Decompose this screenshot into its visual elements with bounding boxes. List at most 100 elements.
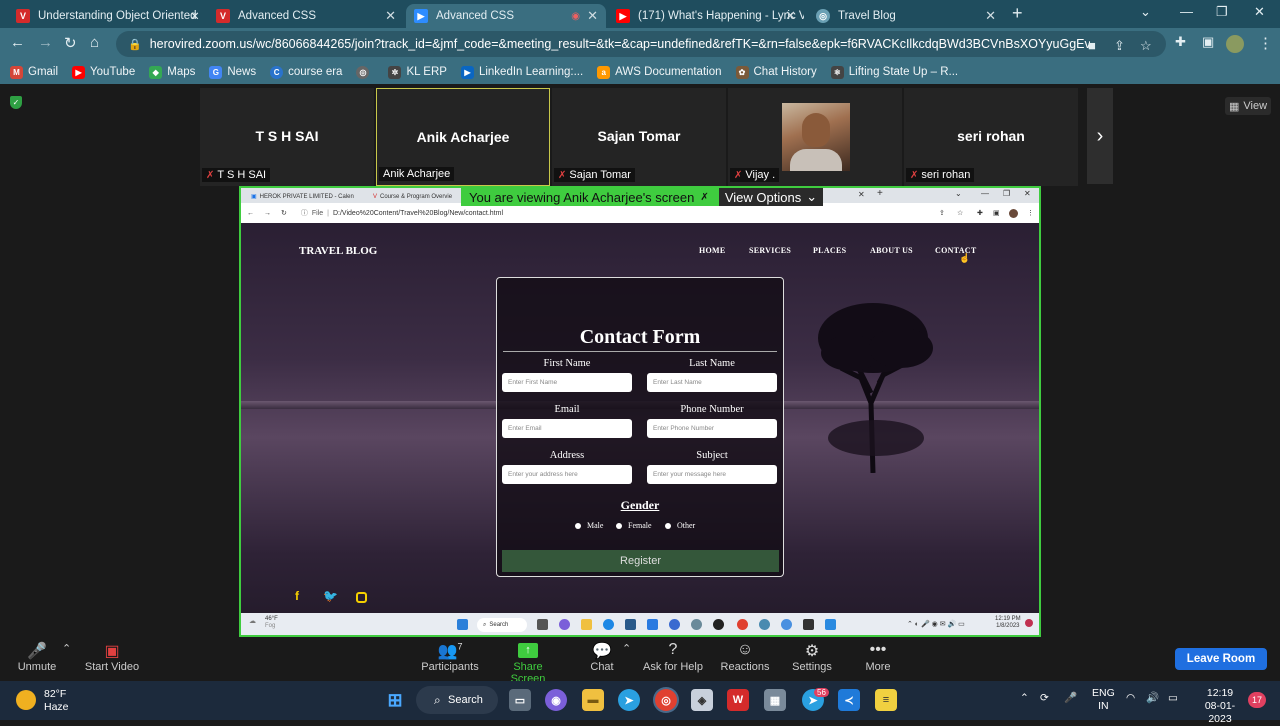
share-screen-button[interactable]: ↑ Share Screen <box>496 641 560 685</box>
bookmark-news[interactable]: G News <box>209 65 256 79</box>
bookmark-youtube[interactable]: ▶ YouTube <box>72 65 135 79</box>
email-input: Enter Email <box>502 419 632 438</box>
leave-room-button[interactable]: Leave Room <box>1175 648 1267 670</box>
close-icon[interactable]: ✕ <box>385 8 396 24</box>
chevron-up-icon[interactable]: ⌃ <box>622 642 631 655</box>
security-shield-icon[interactable]: ✓ <box>10 96 22 109</box>
youtube-icon: ▶ <box>616 9 630 23</box>
address-input: Enter your address here <box>502 465 632 484</box>
view-options-button[interactable]: View Options ⌄ <box>719 188 823 206</box>
bookmark-coursera[interactable]: Ccourse era <box>270 65 342 79</box>
tab-advanced-css-1[interactable]: V Advanced CSS ✕ <box>208 4 404 28</box>
microphone-icon[interactable]: 🎤 <box>1064 692 1077 705</box>
bookmark-star-icon[interactable]: ☆ <box>1140 38 1152 54</box>
bookmark-maps[interactable]: ◆ Maps <box>149 65 195 79</box>
profile-avatar[interactable] <box>1226 35 1244 53</box>
chevron-up-icon[interactable]: ⌃ <box>1020 692 1029 705</box>
start-video-button[interactable]: ▣ Start Video <box>84 641 140 673</box>
close-icon[interactable]: ✕ <box>785 8 796 24</box>
bookmark-star-icon: ☆ <box>957 210 964 217</box>
bookmarks-bar: M Gmail ▶ YouTube ◆ Maps G News Ccourse era … <box>0 60 1280 84</box>
taskbar-search[interactable]: ⌕ Search <box>416 686 498 714</box>
app-icon[interactable]: ◈ <box>691 689 713 711</box>
vscode-icon[interactable]: ≺ <box>838 689 860 711</box>
extensions-icon[interactable]: ✚ <box>1175 34 1186 50</box>
participant-name: T S H SAI <box>255 128 319 144</box>
tab-understanding-oop[interactable]: V Understanding Object Oriented <box>8 4 204 28</box>
calculator-icon[interactable]: ▦ <box>764 689 786 711</box>
menu-dots-icon[interactable]: ⋮ <box>1258 34 1273 52</box>
share-icon[interactable]: ⇪ <box>1114 38 1125 54</box>
view-button[interactable]: ▦ View <box>1225 97 1271 115</box>
tab-advanced-css-zoom[interactable]: ▶ Advanced CSS ◉ ✕ <box>406 4 606 28</box>
camera-icon[interactable]: ■ <box>1088 38 1096 53</box>
task-view-icon[interactable]: ▭ <box>509 689 531 711</box>
site-brand: TRAVEL BLOG <box>299 245 378 257</box>
close-icon[interactable]: ✕ <box>985 8 996 24</box>
gender-male-radio: Male <box>575 521 603 530</box>
participant-tile-tsh-sai[interactable]: T S H SAI ✗ T S H SAI <box>200 88 374 186</box>
close-icon[interactable]: ✕ <box>190 4 210 28</box>
notification-badge[interactable]: 17 <box>1248 692 1266 708</box>
email-label: Email <box>554 404 580 415</box>
phone-label: Phone Number <box>680 404 744 415</box>
file-explorer-icon <box>581 619 592 630</box>
telegram-icon[interactable]: ➤ <box>618 689 640 711</box>
ask-for-help-button[interactable]: ? Ask for Help <box>642 641 704 673</box>
vscode-icon <box>825 619 836 630</box>
participant-tile-anik-acharjee[interactable]: Anik Acharjee Anik Acharjee <box>376 88 550 186</box>
settings-button[interactable]: ⚙ Settings <box>790 641 834 673</box>
participants-button[interactable]: 👥7 Participants <box>420 641 480 673</box>
file-explorer-icon[interactable]: ▬ <box>582 689 604 711</box>
wifi-icon[interactable]: ◠ <box>1126 692 1135 705</box>
minimize-icon[interactable]: — <box>1180 4 1193 19</box>
home-icon[interactable]: ⌂ <box>90 34 99 51</box>
participant-tile-vijay[interactable]: ✗ Vijay . <box>728 88 902 186</box>
battery-icon[interactable]: ▭ <box>1168 692 1178 705</box>
reactions-button[interactable]: ☺ Reactions <box>720 641 770 673</box>
windows-start-icon[interactable]: ⊞ <box>384 689 406 711</box>
reload-icon[interactable]: ↻ <box>64 34 77 52</box>
sync-icon[interactable]: ⟳ <box>1040 692 1049 705</box>
forward-arrow-icon[interactable]: → <box>38 34 53 51</box>
bookmark-linkedin-learning[interactable]: ▶ LinkedIn Learning:... <box>460 65 583 79</box>
unmute-button[interactable]: 🎤 Unmute <box>14 641 60 673</box>
clock[interactable]: 12:19 08-01-2023 <box>1194 687 1246 726</box>
chevron-up-icon[interactable]: ⌃ <box>62 642 71 655</box>
volume-icon[interactable]: 🔊 <box>1146 692 1159 705</box>
tab-youtube[interactable]: ▶ (171) What's Happening - Lyric V ✕ <box>608 4 804 28</box>
back-arrow-icon[interactable]: ← <box>10 34 25 51</box>
close-icon[interactable]: ✕ <box>587 8 598 24</box>
profile-avatar <box>1009 209 1018 218</box>
chrome-icon[interactable]: ◎ <box>655 689 677 711</box>
teams-chat-icon[interactable]: ◉ <box>545 689 567 711</box>
participant-tile-seri-rohan[interactable]: seri rohan ✗ seri rohan <box>904 88 1078 186</box>
bookmark-lifting-state-up[interactable]: ⚛ Lifting State Up – R... <box>830 65 958 79</box>
tab-travel-blog[interactable]: ◎ Travel Blog ✕ <box>808 4 1004 28</box>
participant-label: ✗ seri rohan <box>906 168 975 182</box>
participants-icon: 👥7 <box>437 641 463 660</box>
next-page-chevron-icon[interactable]: › <box>1087 88 1113 184</box>
bookmark-kl-erp[interactable]: ✲ KL ERP <box>388 65 447 79</box>
weather-widget[interactable]: 82°F Haze <box>44 688 69 714</box>
chat-button[interactable]: 💬 Chat <box>584 641 620 673</box>
shared-tab: V Course & Program Overvie <box>373 193 453 200</box>
language-indicator[interactable]: ENG IN <box>1092 687 1115 713</box>
bookmark-globe[interactable]: ◎ <box>356 65 374 79</box>
new-tab-icon[interactable]: + <box>1012 3 1023 24</box>
notepad-icon[interactable]: ≡ <box>875 689 897 711</box>
participant-tile-sajan-tomar[interactable]: Sajan Tomar ✗ Sajan Tomar <box>552 88 726 186</box>
window-close-icon[interactable]: ✕ <box>1254 4 1265 20</box>
share-icon: ⇪ <box>939 210 945 217</box>
bookmark-gmail[interactable]: M Gmail <box>10 65 58 79</box>
muted-mic-icon: ✗ <box>734 169 743 181</box>
maximize-icon[interactable]: ❐ <box>1216 4 1228 20</box>
side-panel-icon[interactable]: ▣ <box>1202 34 1214 50</box>
bookmark-chat-history[interactable]: ✿ Chat History <box>735 65 817 79</box>
url-input[interactable]: 🔒 herovired.zoom.us/wc/86066844265/join?… <box>116 31 1166 57</box>
tab-search-chevron-icon[interactable]: ⌄ <box>1140 4 1151 20</box>
more-button[interactable]: ••• More <box>862 641 894 673</box>
bookmark-aws[interactable]: a AWS Documentation <box>597 65 722 79</box>
wps-office-icon[interactable]: W <box>727 689 749 711</box>
task-view-icon <box>537 619 548 630</box>
